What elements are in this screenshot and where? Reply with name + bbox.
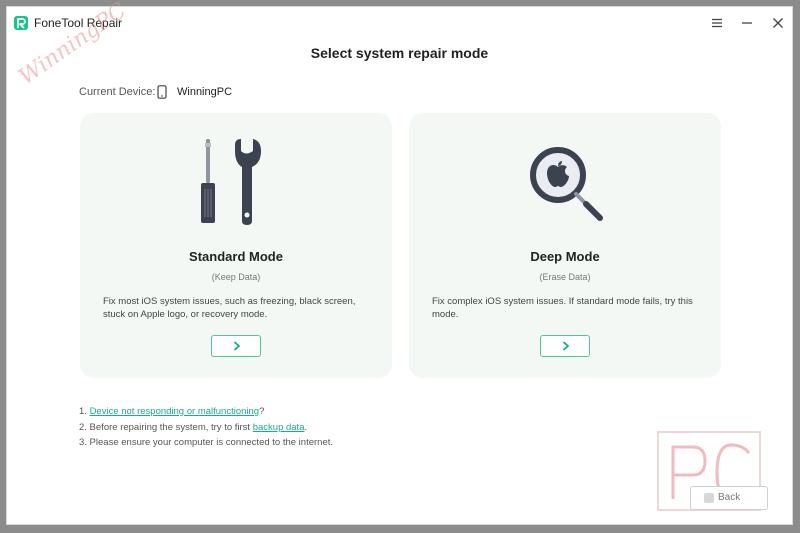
back-label: Back — [718, 492, 741, 503]
tip-suffix: . — [304, 421, 308, 433]
standard-mode-title: Standard Mode — [189, 249, 283, 264]
minimize-button[interactable] — [737, 13, 757, 33]
deep-mode-description: Fix complex iOS system issues. If standa… — [432, 296, 693, 320]
phone-icon — [157, 85, 167, 99]
menu-button[interactable] — [707, 13, 727, 33]
close-button[interactable] — [768, 13, 788, 33]
current-device-label: Current Device: — [79, 86, 156, 98]
back-button[interactable]: Back — [690, 486, 768, 510]
apple-magnifier-icon — [409, 139, 721, 229]
standard-mode-card[interactable]: Standard Mode (Keep Data) Fix most iOS s… — [80, 113, 392, 378]
menu-icon — [712, 18, 722, 28]
minimize-icon — [742, 22, 752, 24]
standard-mode-description: Fix most iOS system issues, such as free… — [103, 296, 356, 320]
page-title: Select system repair mode — [310, 45, 489, 61]
deep-mode-next-button[interactable] — [540, 335, 590, 357]
chevron-right-icon — [563, 341, 569, 351]
deep-mode-title: Deep Mode — [530, 249, 600, 264]
device-name: WinningPC — [177, 86, 233, 98]
tip-text: 2. Before repairing the system, try to f… — [79, 421, 253, 433]
tip-item: 3. Please ensure your computer is connec… — [79, 437, 334, 448]
deep-mode-subtitle: (Erase Data) — [539, 272, 591, 282]
standard-mode-subtitle: (Keep Data) — [211, 272, 261, 282]
close-icon — [773, 18, 783, 28]
tip-number: 1. — [79, 406, 90, 417]
back-icon — [704, 493, 714, 503]
app-logo-icon — [14, 16, 28, 30]
tips-list: 1. Device not responding or malfunctioni… — [79, 404, 333, 451]
tip-item: 2. Before repairing the system, try to f… — [79, 420, 333, 436]
tip-suffix: ? — [259, 406, 265, 417]
tip-item: 1. Device not responding or malfunctioni… — [79, 404, 333, 420]
deep-mode-card[interactable]: Deep Mode (Erase Data) Fix complex iOS s… — [409, 113, 721, 378]
backup-data-link[interactable]: backup data — [253, 422, 305, 433]
tools-icon — [80, 139, 392, 229]
device-not-responding-link[interactable]: Device not responding or malfunctioning — [90, 406, 260, 417]
standard-mode-next-button[interactable] — [211, 335, 261, 357]
app-window: FoneTool Repair Select system repair mod… — [6, 0, 793, 525]
chevron-right-icon — [234, 341, 240, 351]
